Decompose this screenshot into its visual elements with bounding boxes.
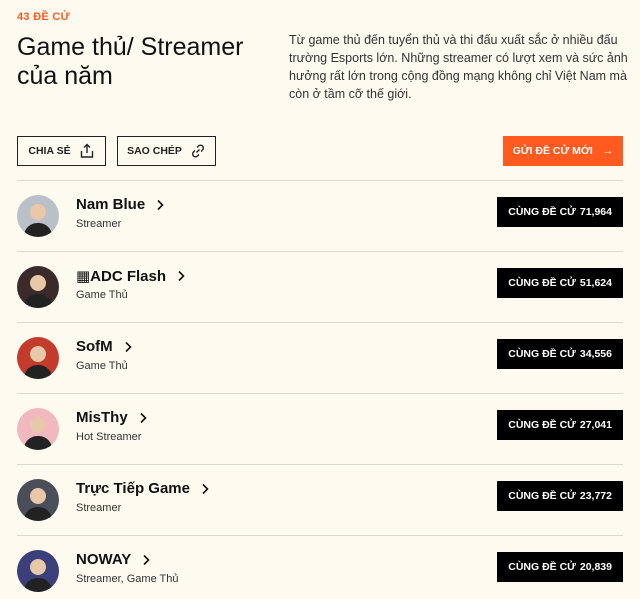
nominee-row: MisThy Hot Streamer CÙNG ĐỀ CỬ 27,041: [17, 393, 623, 464]
nominee-role: Game Thủ: [76, 289, 128, 301]
avatar-image: [17, 337, 59, 379]
avatar-image: [17, 479, 59, 521]
vote-count: 20,839: [579, 561, 612, 573]
nominee-row: Trực Tiếp Game Streamer CÙNG ĐỀ CỬ 23,77…: [17, 464, 623, 535]
chevron-right-icon: [143, 554, 150, 565]
share-icon: [80, 143, 93, 158]
vote-count: 23,772: [579, 490, 612, 502]
nominee-name: NOWAY: [76, 551, 132, 568]
nominee-name-link[interactable]: MisThy: [76, 409, 148, 426]
share-button-label: CHIA SẺ: [28, 145, 71, 157]
vote-count: 27,041: [579, 419, 612, 431]
vote-button[interactable]: CÙNG ĐỀ CỬ 20,839: [497, 552, 623, 582]
nominee-list: Nam Blue Streamer CÙNG ĐỀ CỬ 71,964 ▦ADC…: [17, 180, 623, 599]
nominee-name: SofM: [76, 338, 113, 355]
vote-button[interactable]: CÙNG ĐỀ CỬ 27,041: [497, 410, 623, 440]
vote-label: CÙNG ĐỀ CỬ: [508, 490, 576, 502]
copy-link-button[interactable]: SAO CHÉP: [117, 136, 216, 166]
nominee-name-link[interactable]: Nam Blue: [76, 196, 165, 213]
vote-label: CÙNG ĐỀ CỬ: [508, 206, 576, 218]
avatar-image: [17, 408, 59, 450]
avatar[interactable]: [17, 550, 59, 592]
avatar-image: [17, 266, 59, 308]
nominee-name-link[interactable]: NOWAY: [76, 551, 151, 568]
nominee-role: Game Thủ: [76, 360, 128, 372]
avatar[interactable]: [17, 195, 59, 237]
nominee-name-link[interactable]: ▦ADC Flash: [76, 267, 186, 285]
nominee-name: ▦ADC Flash: [76, 268, 167, 285]
chevron-right-icon: [140, 412, 147, 423]
submit-nomination-button[interactable]: GỬI ĐỀ CỬ MỚI →: [503, 136, 623, 166]
avatar[interactable]: [17, 266, 59, 308]
chevron-right-icon: [125, 341, 132, 352]
nominee-name-link[interactable]: SofM: [76, 338, 133, 355]
nominee-name: Nam Blue: [76, 196, 146, 213]
vote-label: CÙNG ĐỀ CỬ: [508, 348, 576, 360]
vote-button[interactable]: CÙNG ĐỀ CỬ 23,772: [497, 481, 623, 511]
nominee-row: NOWAY Streamer, Game Thủ CÙNG ĐỀ CỬ 20,8…: [17, 535, 623, 599]
nominee-name: MisThy: [76, 409, 128, 426]
nomination-page: 43 ĐỀ CỬ Game thủ/ Streamer của năm Từ g…: [0, 0, 640, 599]
submit-button-label: GỬI ĐỀ CỬ MỚI: [512, 145, 593, 157]
nominee-role: Streamer: [76, 502, 122, 514]
avatar[interactable]: [17, 337, 59, 379]
vote-count: 34,556: [579, 348, 612, 360]
vote-label: CÙNG ĐỀ CỬ: [508, 561, 576, 573]
vote-count: 71,964: [579, 206, 612, 218]
nomination-count: 43 ĐỀ CỬ: [17, 11, 71, 23]
avatar-image: [17, 550, 59, 592]
chevron-right-icon: [178, 270, 185, 282]
vote-label: CÙNG ĐỀ CỬ: [508, 419, 576, 431]
chevron-right-icon: [157, 199, 164, 210]
avatar[interactable]: [17, 479, 59, 521]
nominee-role: Hot Streamer: [76, 431, 142, 443]
vote-label: CÙNG ĐỀ CỬ: [508, 277, 576, 289]
vote-button[interactable]: CÙNG ĐỀ CỬ 71,964: [497, 197, 623, 227]
vote-button[interactable]: CÙNG ĐỀ CỬ 51,624: [497, 268, 623, 298]
nominee-role: Streamer, Game Thủ: [76, 573, 179, 585]
copy-button-label: SAO CHÉP: [127, 145, 182, 157]
chevron-right-icon: [202, 483, 209, 494]
nominee-row: Nam Blue Streamer CÙNG ĐỀ CỬ 71,964: [17, 180, 623, 251]
nominee-row: SofM Game Thủ CÙNG ĐỀ CỬ 34,556: [17, 322, 623, 393]
avatar-image: [17, 195, 59, 237]
share-button[interactable]: CHIA SẺ: [17, 136, 106, 166]
page-title: Game thủ/ Streamer của năm: [17, 33, 244, 90]
arrow-right-icon: →: [602, 145, 614, 157]
vote-count: 51,624: [579, 277, 612, 289]
nominee-role: Streamer: [76, 218, 122, 230]
avatar[interactable]: [17, 408, 59, 450]
nominee-name: Trực Tiếp Game: [76, 480, 190, 497]
category-description: Từ game thủ đến tuyển thủ và thi đấu xuấ…: [289, 33, 628, 101]
nominee-row: ▦ADC Flash Game Thủ CÙNG ĐỀ CỬ 51,624: [17, 251, 623, 322]
vote-button[interactable]: CÙNG ĐỀ CỬ 34,556: [497, 339, 623, 369]
link-icon: [191, 144, 204, 158]
nominee-name-link[interactable]: Trực Tiếp Game: [76, 480, 210, 497]
